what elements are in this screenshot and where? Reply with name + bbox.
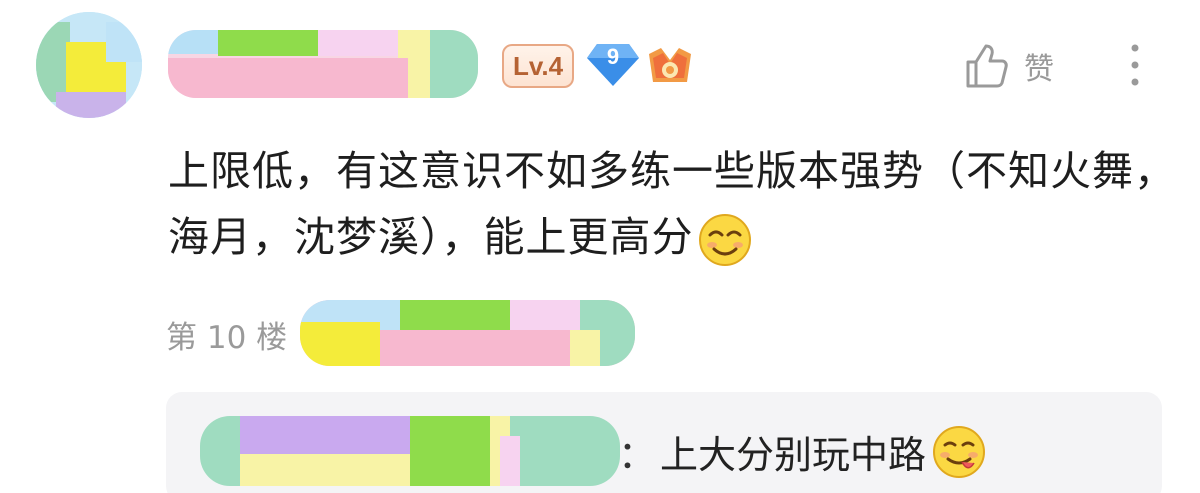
floor-label: 第 10 楼 [166, 320, 288, 356]
reply-author-blurred[interactable] [200, 416, 620, 486]
crown-honor-icon [645, 44, 695, 88]
comment-text: 上限低，有这意识不如多练一些版本强势（不知火舞，海月，沈梦溪），能上更高分 [168, 147, 1176, 261]
reply-content: 上大分别玩中路 [660, 424, 986, 479]
level-badge: Lv.4 [502, 44, 574, 88]
gem-badge: 9 [585, 42, 641, 88]
more-vertical-icon [1131, 44, 1139, 86]
like-label: 赞 [1024, 52, 1054, 87]
smirk-emoji [698, 214, 751, 266]
tongue-out-emoji [933, 425, 986, 478]
blurred-user-tag [300, 300, 635, 366]
like-button[interactable]: 赞 [962, 38, 1072, 94]
thumbs-up-icon [966, 44, 1008, 88]
avatar[interactable] [36, 12, 142, 118]
reply-colon: ： [618, 433, 657, 477]
more-options-button[interactable] [1120, 38, 1150, 94]
username-blurred[interactable] [168, 30, 478, 98]
comment-body: 上限低，有这意识不如多练一些版本强势（不知火舞，海月，沈梦溪），能上更高分 [168, 138, 1178, 270]
gem-badge-number: 9 [606, 44, 620, 69]
reply-text: 上大分别玩中路 [660, 433, 927, 477]
